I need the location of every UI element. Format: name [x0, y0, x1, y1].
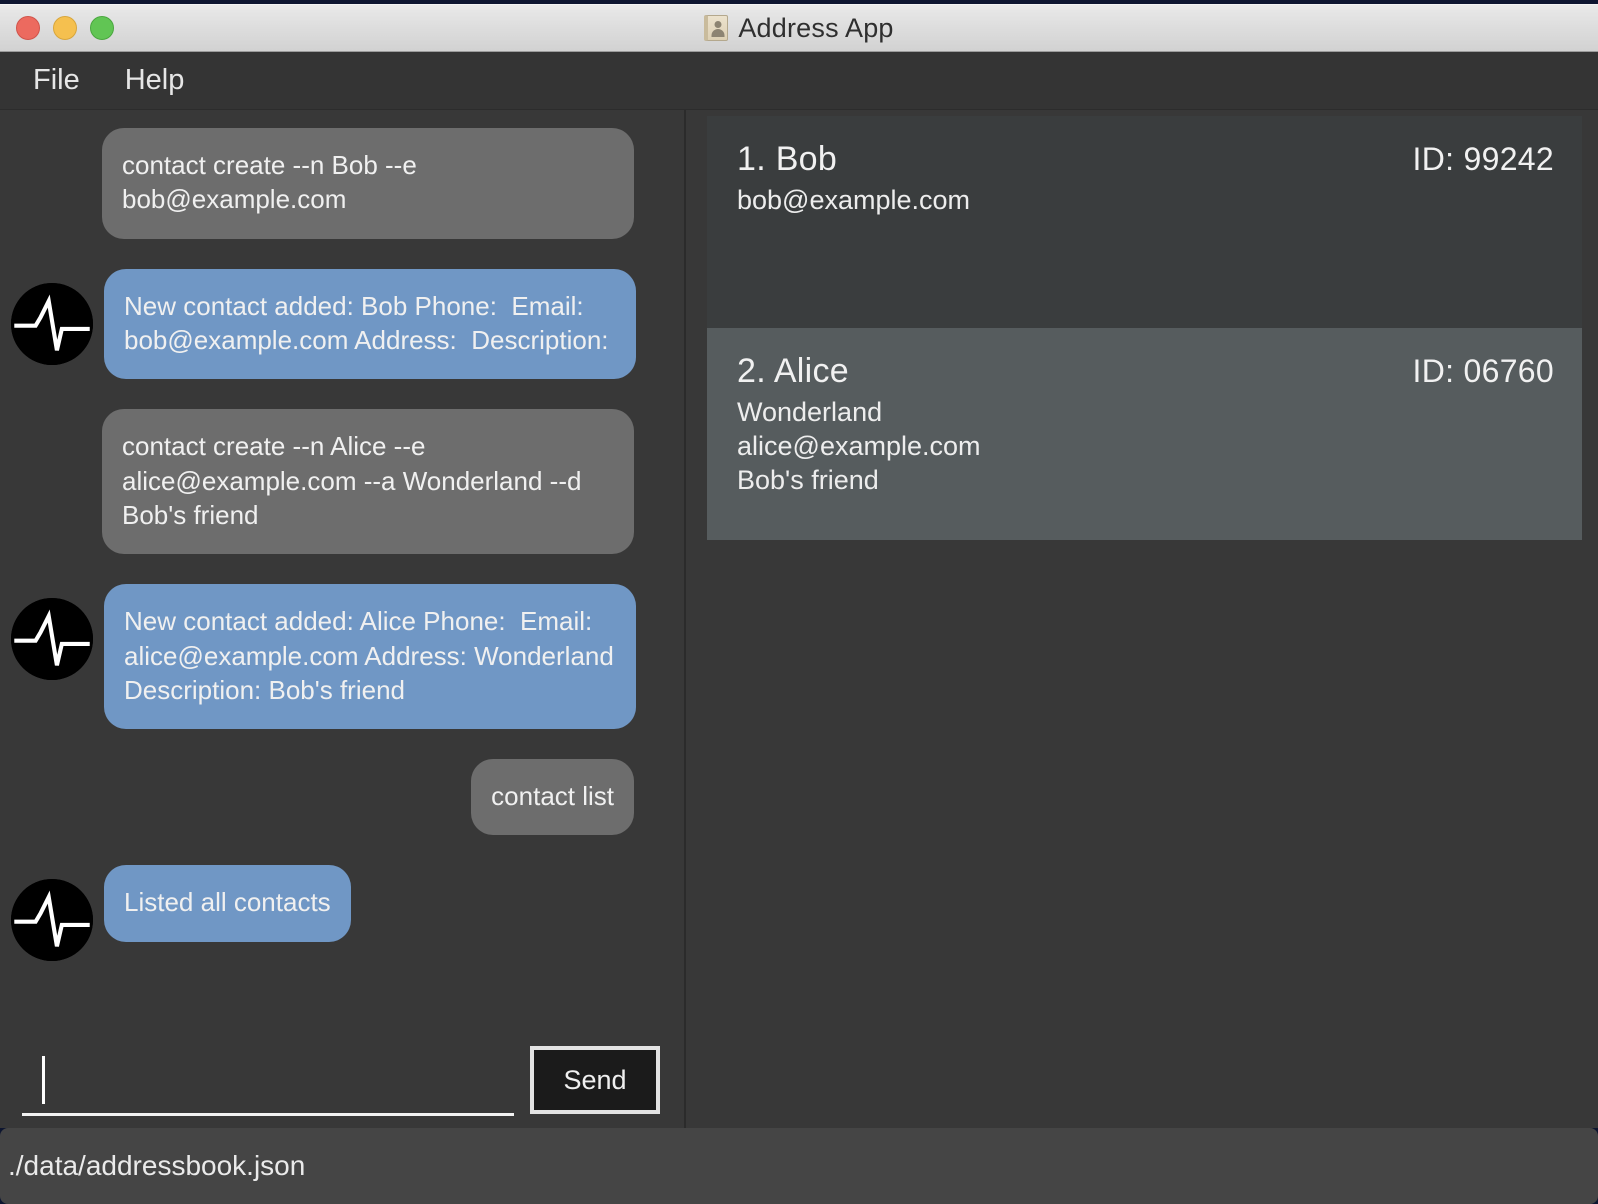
window-title-group: Address App: [0, 13, 1598, 44]
main-content: contact create --n Bob --e bob@example.c…: [0, 110, 1598, 1128]
bot-message-bubble: New contact added: Alice Phone: Email: a…: [104, 584, 636, 730]
pulse-waveform-avatar-icon: [11, 282, 93, 365]
contact-id: ID: 99242: [1412, 141, 1554, 177]
traffic-light-group: [16, 16, 114, 40]
menu-item-file[interactable]: File: [33, 64, 80, 97]
address-book-icon: [704, 15, 729, 41]
chat-message-row: contact create --n Bob --e bob@example.c…: [0, 128, 658, 239]
status-bar: ./data/addressbook.json: [0, 1128, 1598, 1204]
app-window: Address App File Help contact create --n…: [0, 0, 1598, 1204]
contact-header: 1. Bob ID: 99242: [737, 140, 1554, 179]
contact-list[interactable]: 1. Bob ID: 99242 bob@example.com 2. Alice ID…: [686, 116, 1598, 540]
message-input-row: Send: [0, 1032, 684, 1128]
chat-message-row: contact create --n Alice --e alice@examp…: [0, 409, 658, 555]
contact-name: 1. Bob: [737, 140, 838, 178]
contact-list-item[interactable]: 1. Bob ID: 99242 bob@example.com: [707, 116, 1582, 328]
contact-details: Wonderland alice@example.com Bob's friend: [737, 395, 1554, 497]
avatar-slot: [0, 865, 104, 962]
contact-header: 2. Alice ID: 06760: [737, 352, 1554, 391]
contact-details: bob@example.com: [737, 183, 1554, 217]
contact-list-pane: 1. Bob ID: 99242 bob@example.com 2. Alice ID…: [686, 110, 1598, 1128]
send-button[interactable]: Send: [530, 1046, 660, 1114]
pulse-waveform-avatar-icon: [11, 879, 93, 962]
contact-detail-line: alice@example.com: [737, 431, 981, 462]
chat-message-row: New contact added: Bob Phone: Email: bob…: [0, 268, 658, 380]
contact-detail-line: Wonderland: [737, 397, 883, 427]
chat-message-row: New contact added: Alice Phone: Email: a…: [0, 584, 658, 730]
user-message-bubble: contact create --n Bob --e bob@example.c…: [102, 128, 634, 239]
user-message-bubble: contact create --n Alice --e alice@examp…: [102, 409, 634, 555]
bot-message-bubble: Listed all contacts: [104, 865, 351, 942]
contact-detail-line: Bob's friend: [737, 465, 879, 496]
status-bar-path: ./data/addressbook.json: [8, 1150, 306, 1181]
chat-pane: contact create --n Bob --e bob@example.c…: [0, 110, 686, 1128]
chat-message-row: Listed all contacts: [0, 865, 658, 962]
contact-detail-line: bob@example.com: [737, 185, 971, 215]
maximize-window-button[interactable]: [90, 16, 114, 40]
menu-item-help[interactable]: Help: [125, 64, 185, 97]
menu-bar: File Help: [0, 52, 1598, 110]
user-message-bubble: contact list: [471, 759, 634, 836]
window-title: Address App: [738, 12, 894, 43]
message-input[interactable]: [22, 1044, 514, 1116]
avatar-slot: [0, 584, 104, 681]
avatar-slot: [0, 269, 104, 365]
close-window-button[interactable]: [16, 16, 40, 40]
pulse-waveform-avatar-icon: [11, 598, 93, 681]
contact-id: ID: 06760: [1412, 353, 1554, 389]
contact-name: 2. Alice: [737, 352, 850, 390]
minimize-window-button[interactable]: [53, 16, 77, 40]
bot-message-bubble: New contact added: Bob Phone: Email: bob…: [104, 268, 636, 380]
message-input-wrapper: [22, 1044, 514, 1116]
chat-message-list[interactable]: contact create --n Bob --e bob@example.c…: [0, 110, 684, 1032]
window-titlebar: Address App: [0, 4, 1598, 52]
chat-message-row: contact list: [0, 759, 658, 836]
contact-list-item[interactable]: 2. Alice ID: 06760 Wonderland alice@example…: [707, 328, 1582, 540]
